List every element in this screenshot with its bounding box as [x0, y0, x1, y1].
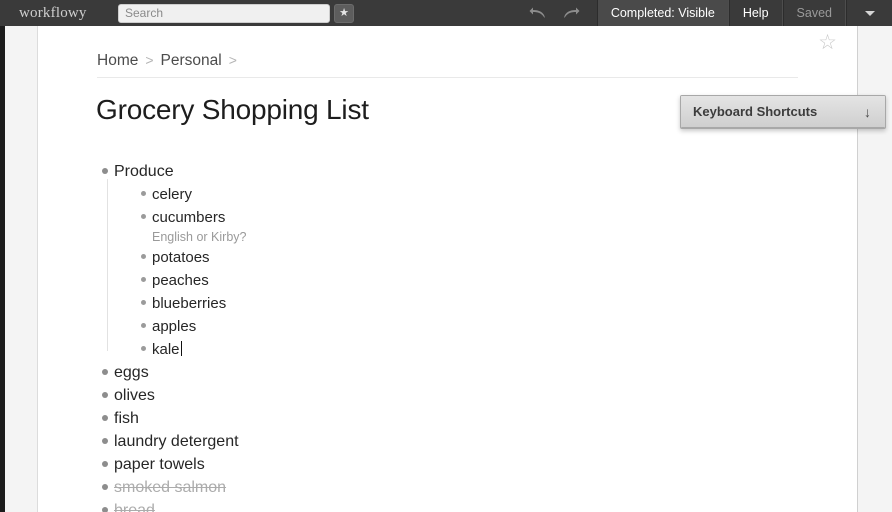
- chevron-down-icon: [864, 10, 875, 16]
- outline-item[interactable]: cucumbers English or Kirby?: [96, 206, 656, 246]
- arrow-down-icon[interactable]: ↓: [864, 104, 873, 120]
- page-title[interactable]: Grocery Shopping List: [96, 94, 369, 126]
- star-outline-icon[interactable]: ☆: [818, 32, 837, 53]
- top-toolbar: workflowy ★ Completed: Visible Help Save…: [0, 0, 892, 26]
- breadcrumb-separator: >: [145, 52, 154, 68]
- outline-item-label[interactable]: olives: [114, 385, 155, 407]
- outline-item-label[interactable]: fish: [114, 408, 139, 430]
- outline-item-body: cucumbers English or Kirby?: [152, 206, 247, 246]
- outline-item-body: celery: [152, 183, 192, 205]
- shortcuts-panel-title: Keyboard Shortcuts: [693, 104, 818, 119]
- outline-item-body: kale: [152, 338, 182, 360]
- account-menu-button[interactable]: [846, 0, 892, 26]
- help-button[interactable]: Help: [728, 0, 783, 26]
- breadcrumb-separator-trailing: >: [228, 52, 237, 68]
- bullet-icon[interactable]: [96, 453, 114, 467]
- outline-item-label[interactable]: bread: [114, 500, 155, 512]
- outline-item-body: potatoes: [152, 246, 210, 268]
- outline-item-label[interactable]: paper towels: [114, 454, 205, 476]
- bullet-icon[interactable]: [96, 407, 114, 421]
- outline-item-body: fish: [114, 407, 139, 430]
- breadcrumb-item-personal[interactable]: Personal: [161, 52, 222, 70]
- star-icon[interactable]: ★: [334, 3, 354, 23]
- keyboard-shortcuts-panel: Keyboard Shortcuts ↓: [680, 95, 886, 129]
- bullet-icon[interactable]: [96, 499, 114, 512]
- left-sidebar-rail: [5, 26, 38, 512]
- outline-item-body: paper towels: [114, 453, 205, 476]
- outline-item-label[interactable]: smoked salmon: [114, 477, 226, 499]
- outline-item[interactable]: fish: [96, 407, 656, 430]
- outline-item-label[interactable]: peaches: [152, 270, 209, 291]
- saved-status: Saved: [782, 0, 846, 26]
- outline-item-body: Produce: [114, 160, 174, 183]
- outline-item-label[interactable]: celery: [152, 184, 192, 205]
- outline-list: Produce celery cucumbers English or Kirby? p…: [96, 160, 656, 512]
- redo-arrow-icon[interactable]: [563, 4, 581, 22]
- app-logo[interactable]: workflowy: [0, 0, 118, 26]
- bullet-icon[interactable]: [96, 160, 114, 174]
- outline-item-body: blueberries: [152, 292, 226, 314]
- outline-item-body: olives: [114, 384, 155, 407]
- search-input[interactable]: [118, 3, 330, 23]
- outline-item[interactable]: eggs: [96, 361, 656, 384]
- outline-item[interactable]: potatoes: [96, 246, 656, 269]
- bullet-icon[interactable]: [134, 338, 152, 351]
- undo-arrow-icon[interactable]: [529, 4, 547, 22]
- bullet-icon[interactable]: [96, 384, 114, 398]
- outline-item-label[interactable]: apples: [152, 316, 196, 337]
- outline-item[interactable]: bread: [96, 499, 656, 512]
- outline-item[interactable]: Produce: [96, 160, 656, 183]
- outline-item[interactable]: kale: [96, 338, 656, 361]
- outline-item[interactable]: paper towels: [96, 453, 656, 476]
- breadcrumb: Home > Personal >: [97, 52, 237, 70]
- text-cursor: [180, 341, 182, 356]
- outline-item-body: apples: [152, 315, 196, 337]
- outline-item[interactable]: celery: [96, 183, 656, 206]
- undo-redo-group: [513, 0, 597, 26]
- outline-item[interactable]: peaches: [96, 269, 656, 292]
- outline-item-body: bread: [114, 499, 155, 512]
- outline-item[interactable]: blueberries: [96, 292, 656, 315]
- outline-item[interactable]: smoked salmon: [96, 476, 656, 499]
- completed-visibility-button[interactable]: Completed: Visible: [596, 0, 729, 26]
- outline-item-body: smoked salmon: [114, 476, 226, 499]
- outline-item[interactable]: laundry detergent: [96, 430, 656, 453]
- bullet-icon[interactable]: [134, 315, 152, 328]
- outline-item-label[interactable]: eggs: [114, 362, 149, 384]
- outline-item-label[interactable]: Produce: [114, 161, 174, 183]
- search-area: ★: [118, 0, 354, 26]
- outline-item-note[interactable]: English or Kirby?: [152, 228, 247, 246]
- outline-item-label[interactable]: laundry detergent: [114, 431, 239, 453]
- outline-item-body: laundry detergent: [114, 430, 239, 453]
- bullet-icon[interactable]: [134, 246, 152, 259]
- bullet-icon[interactable]: [134, 206, 152, 219]
- breadcrumb-item-home[interactable]: Home: [97, 52, 138, 70]
- workflowy-app: workflowy ★ Completed: Visible Help Save…: [0, 0, 892, 512]
- bullet-icon[interactable]: [134, 292, 152, 305]
- bullet-icon[interactable]: [96, 430, 114, 444]
- outline-item[interactable]: olives: [96, 384, 656, 407]
- shortcuts-panel-header[interactable]: Keyboard Shortcuts ↓: [681, 96, 885, 128]
- outline-item-body: eggs: [114, 361, 149, 384]
- outline-item-label[interactable]: blueberries: [152, 293, 226, 314]
- outline-children-group: celery cucumbers English or Kirby? potatoes…: [96, 179, 656, 361]
- outline-item-body: peaches: [152, 269, 209, 291]
- bullet-icon[interactable]: [134, 269, 152, 282]
- outline-item-label[interactable]: kale: [152, 339, 182, 360]
- bullet-icon[interactable]: [134, 183, 152, 196]
- outline-item[interactable]: apples: [96, 315, 656, 338]
- breadcrumb-divider: [97, 77, 798, 78]
- bullet-icon[interactable]: [96, 476, 114, 490]
- outline-item-label[interactable]: cucumbers: [152, 207, 247, 228]
- bullet-icon[interactable]: [96, 361, 114, 375]
- outline-item-label[interactable]: potatoes: [152, 247, 210, 268]
